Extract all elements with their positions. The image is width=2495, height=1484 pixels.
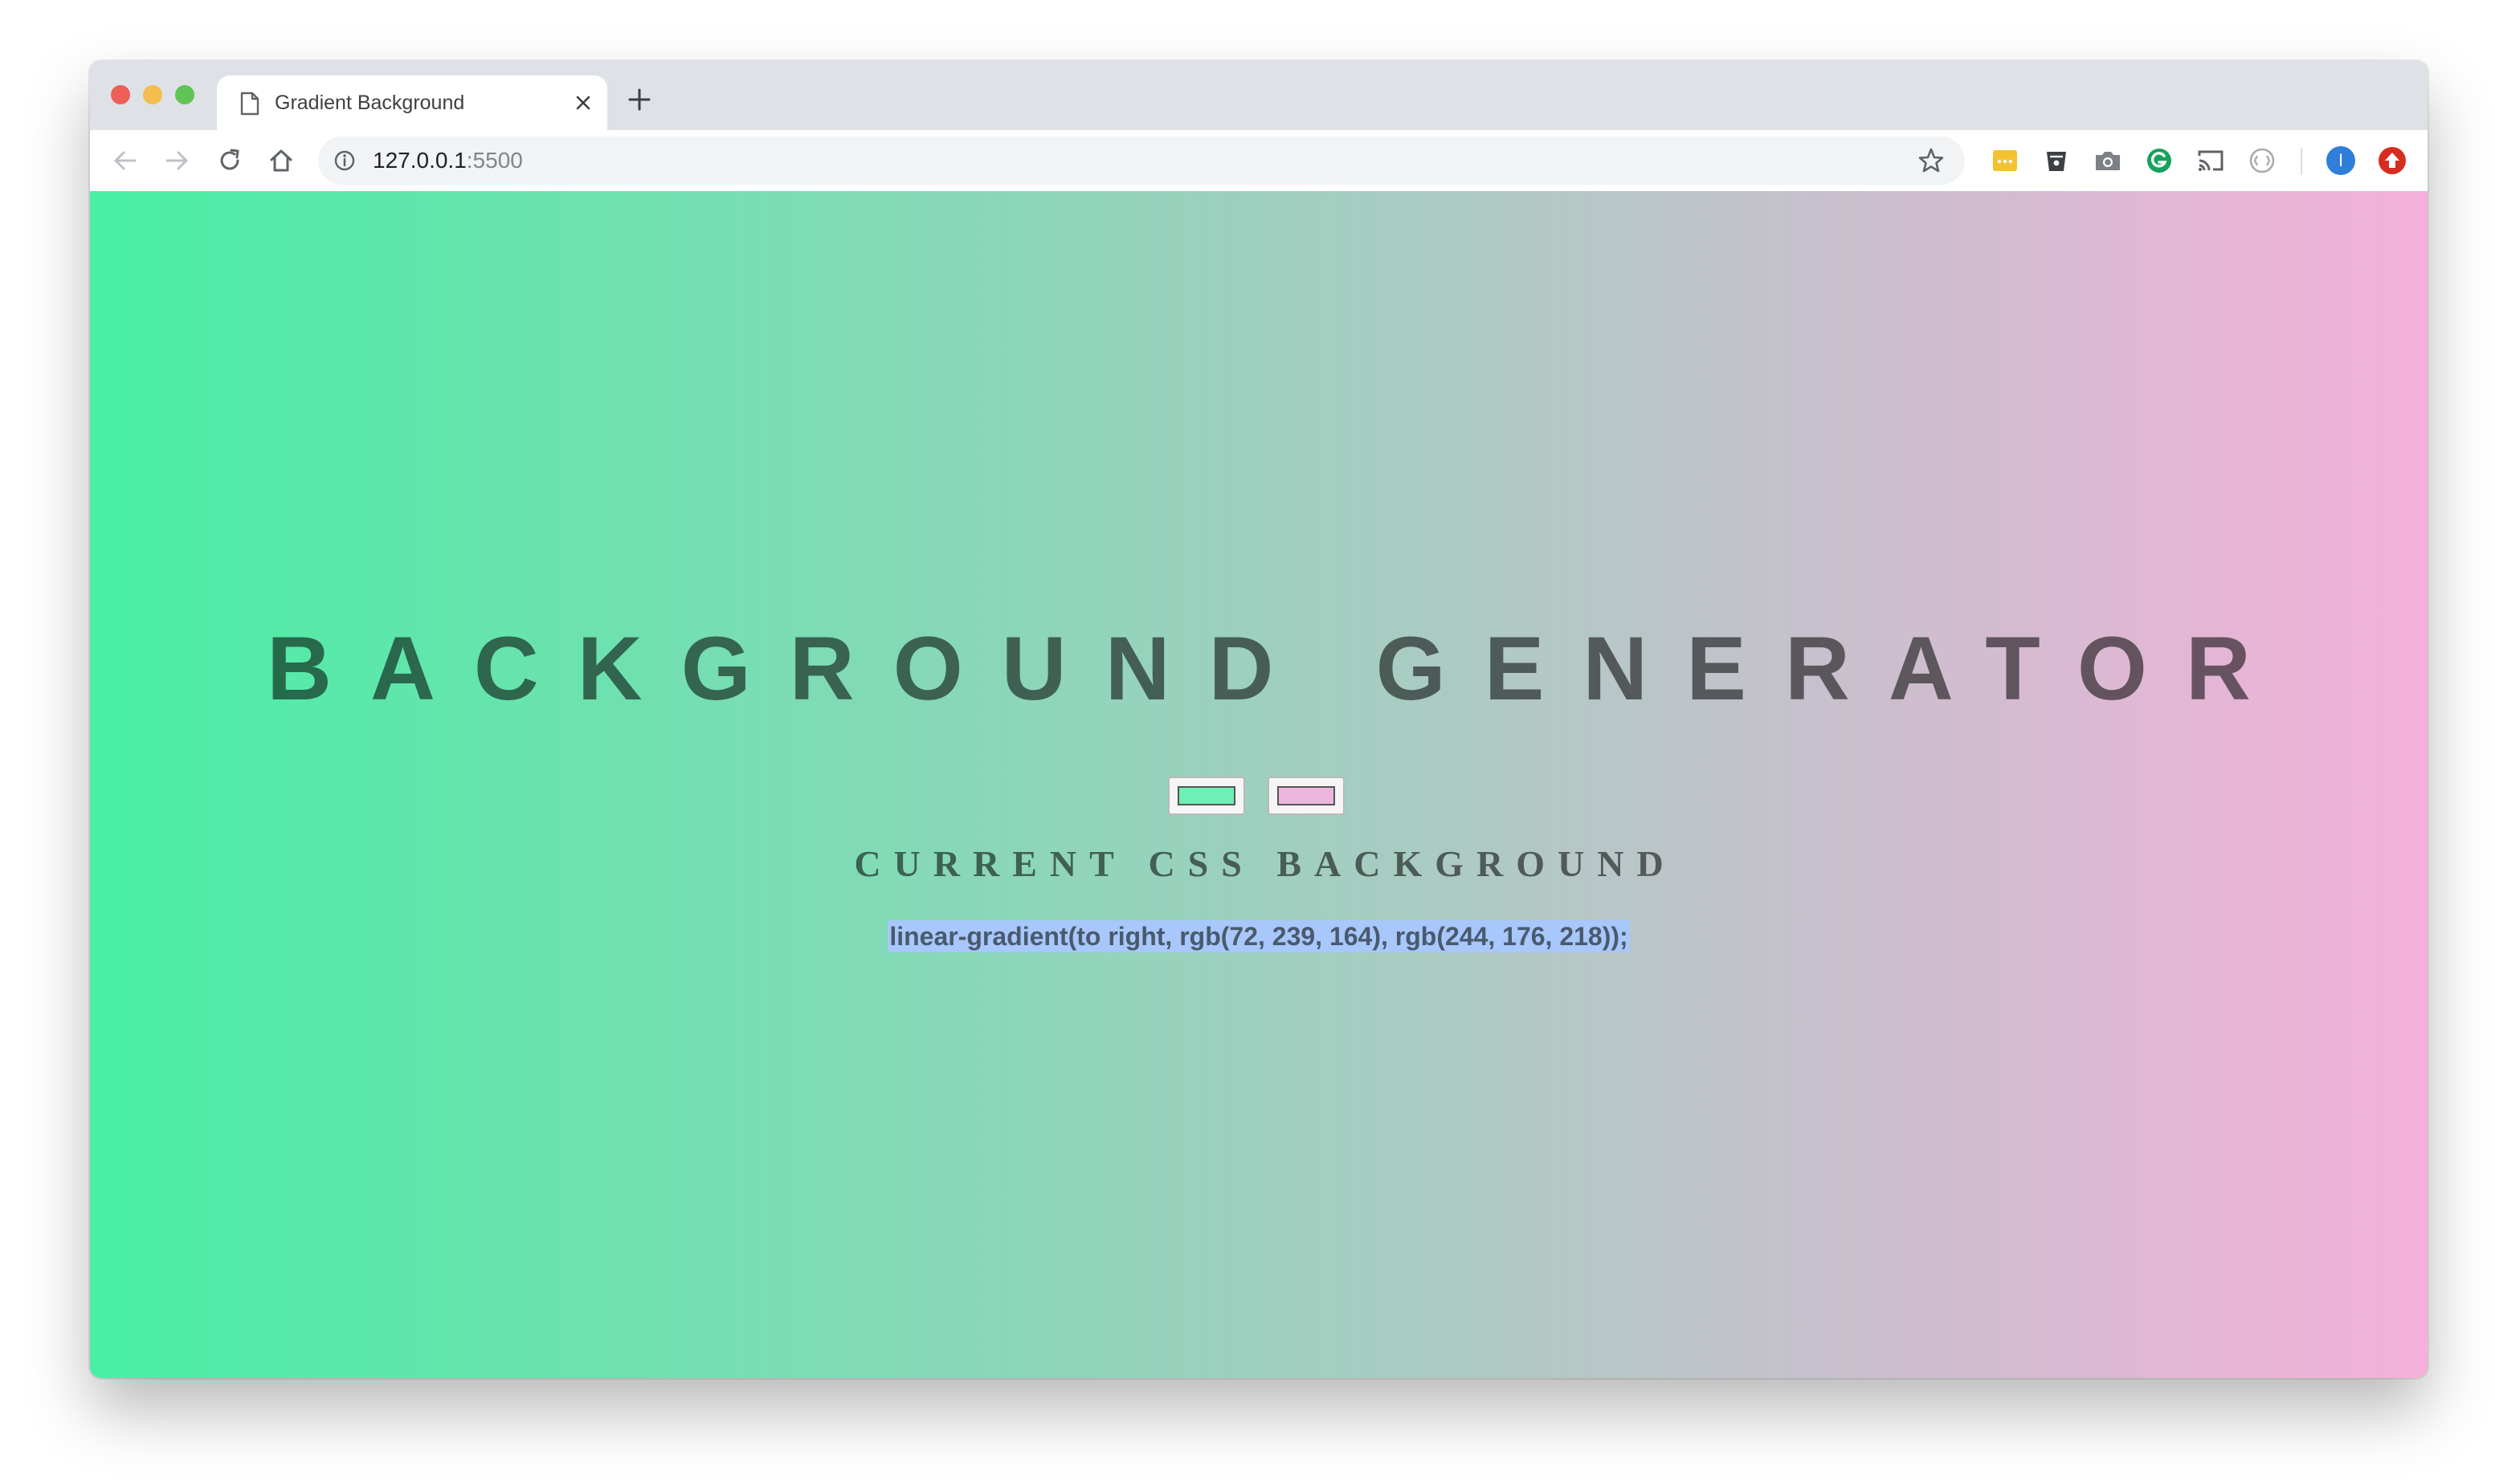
extension-circle-icon[interactable] [2246,145,2278,177]
url-host: 127.0.0.1 [373,148,467,173]
tab-gradient-background[interactable]: Gradient Background [217,75,607,130]
extension-yellow-icon[interactable] [1989,145,2021,177]
tab-title: Gradient Background [275,92,465,114]
url-text: 127.0.0.1:5500 [373,147,523,174]
camera-icon[interactable] [2092,145,2124,177]
close-tab-icon[interactable] [570,90,596,116]
address-bar[interactable]: 127.0.0.1:5500 [318,137,1965,185]
document-icon [240,92,259,116]
forward-icon[interactable] [162,146,191,175]
color-pickers [1168,777,1350,817]
new-tab-icon[interactable] [625,85,654,114]
page-title: BACKGROUND GENERATOR [267,618,2289,719]
browser-window: Gradient Background 127.0.0.1:5500 I BAC… [90,61,2428,1378]
reload-icon[interactable] [215,146,244,175]
tab-bar: Gradient Background [90,61,2428,130]
profile-initial: I [2338,150,2344,170]
css-background-heading: CURRENT CSS BACKGROUND [854,843,1676,884]
extension-cup-icon[interactable] [2040,145,2072,177]
close-window-icon[interactable] [111,85,130,104]
maximize-window-icon[interactable] [175,85,194,104]
page-content: BACKGROUND GENERATOR CURRENT CSS BACKGRO… [90,191,2428,1378]
site-info-icon[interactable] [333,149,357,173]
back-icon[interactable] [111,146,140,175]
color-swatch-1 [1178,786,1235,805]
color-input-1[interactable] [1168,777,1245,815]
css-output: linear-gradient(to right, rgb(72, 239, 1… [90,920,2428,952]
extension-red-icon[interactable] [2376,145,2408,177]
cast-icon[interactable] [2195,145,2227,177]
color-input-2[interactable] [1268,777,1345,815]
browser-toolbar: 127.0.0.1:5500 I [90,130,2428,193]
css-output-text: linear-gradient(to right, rgb(72, 239, 1… [888,920,1630,952]
grammarly-icon[interactable] [2143,145,2175,177]
color-swatch-2 [1277,786,1335,805]
minimize-window-icon[interactable] [143,85,162,104]
url-port: :5500 [466,148,523,173]
bookmark-star-icon[interactable] [1917,146,1946,175]
home-icon[interactable] [267,146,296,175]
toolbar-divider [2301,148,2302,175]
